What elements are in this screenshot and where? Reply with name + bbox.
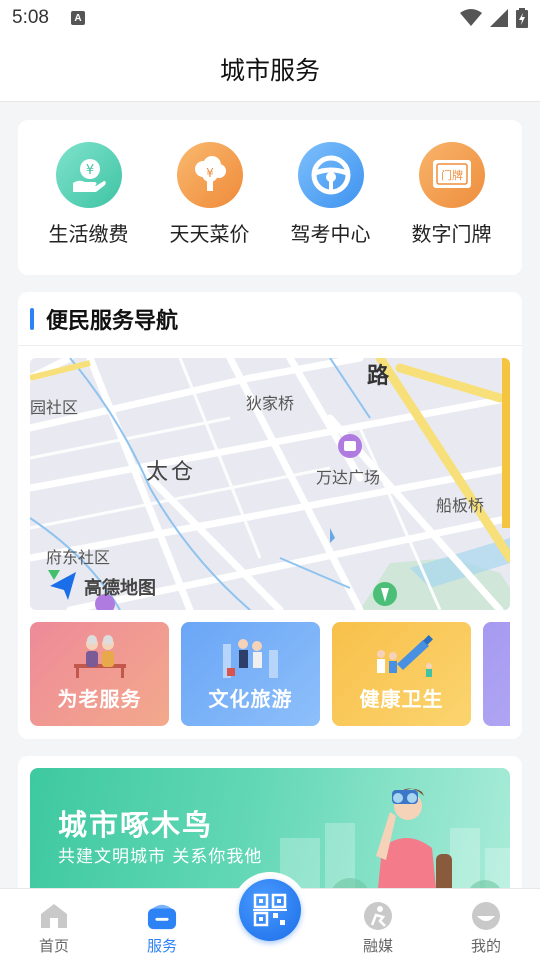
hand-coin-icon: ¥	[55, 142, 122, 208]
steering-wheel-icon	[297, 142, 364, 208]
status-icons	[460, 8, 528, 28]
svg-text:门牌: 门牌	[441, 168, 463, 182]
tab-label: 融媒	[362, 937, 393, 955]
qr-code-icon	[253, 893, 287, 927]
tab-service[interactable]: 服务	[122, 889, 202, 960]
profile-icon	[471, 901, 501, 931]
quick-label: 生活缴费	[48, 222, 129, 246]
category-elderly-service[interactable]: 为老服务	[30, 622, 169, 726]
poi-marker-icon	[338, 434, 362, 458]
amap-logo: 高德地图	[84, 578, 156, 599]
map-label-chuanbanqiao: 船板桥	[436, 496, 485, 515]
quick-item-digital-doorplate[interactable]: 门牌 数字门牌	[396, 142, 508, 275]
quick-item-life-payment[interactable]: ¥ 生活缴费	[33, 142, 145, 275]
signal-icon	[490, 9, 508, 27]
tab-label: 服务	[146, 937, 177, 955]
section-header: 便民服务导航	[18, 292, 522, 346]
convenience-nav-card: 便民服务导航 园社区 路 狄家桥 太仓 万达广场 船板桥 府东社区 高德地图 为…	[18, 292, 522, 739]
category-health[interactable]: 健康卫生	[332, 622, 471, 726]
map-label-taicang: 太仓	[146, 460, 197, 485]
map-view[interactable]: 园社区 路 狄家桥 太仓 万达广场 船板桥 府东社区 高德地图	[30, 358, 510, 610]
page-title: 城市服务	[219, 55, 320, 85]
banner-subtitle: 共建文明城市 关系你我他	[58, 847, 263, 867]
tab-label: 首页	[38, 937, 69, 955]
page-header: 城市服务	[0, 36, 540, 102]
quick-label: 天天菜价	[169, 222, 250, 246]
quick-label: 驾考中心	[290, 222, 371, 246]
wifi-icon	[460, 9, 482, 26]
banner-title: 城市啄木鸟	[58, 808, 214, 842]
notification-icon: A	[70, 11, 85, 25]
tab-media[interactable]: 融媒	[338, 889, 418, 960]
svg-text:¥: ¥	[85, 163, 93, 178]
category-culture-tourism[interactable]: 文化旅游	[181, 622, 320, 726]
tourists-icon	[222, 639, 278, 678]
health-syringe-icon	[376, 635, 433, 677]
category-label: 为老服务	[57, 687, 142, 711]
status-bar: 5:08 A	[0, 0, 540, 36]
map-label-community: 园社区	[30, 398, 79, 417]
tab-home[interactable]: 首页	[14, 889, 94, 960]
category-label: 文化旅游	[208, 687, 293, 711]
tab-mine[interactable]: 我的	[446, 889, 526, 960]
quick-item-vegetable-price[interactable]: ¥ 天天菜价	[154, 142, 266, 275]
service-icon	[147, 901, 177, 931]
home-icon	[39, 901, 69, 931]
quick-item-driving-test[interactable]: 驾考中心	[275, 142, 387, 275]
map-label-wanda: 万达广场	[316, 468, 381, 487]
svg-text:¥: ¥	[206, 166, 214, 180]
quick-label: 数字门牌	[411, 222, 492, 246]
battery-icon	[516, 8, 528, 28]
category-partial[interactable]	[483, 622, 510, 726]
map-label-road: 路	[367, 364, 390, 389]
map-label-dijiaqiao: 狄家桥	[246, 394, 295, 413]
tab-label: 我的	[470, 937, 501, 955]
scan-qr-button[interactable]	[239, 879, 301, 941]
status-time: 5:08	[12, 7, 49, 28]
vegetable-price-icon: ¥	[176, 142, 243, 208]
media-icon	[363, 901, 393, 931]
section-title: 便民服务导航	[46, 308, 179, 334]
category-row: 为老服务 文化旅游 健康卫生	[30, 622, 510, 726]
section-accent-bar	[30, 307, 34, 330]
category-label: 健康卫生	[359, 687, 444, 711]
door-plate-icon: 门牌	[418, 142, 485, 208]
map-label-fudong: 府东社区	[46, 548, 111, 567]
quick-services-card: ¥ 生活缴费 ¥ 天天菜价 驾考中心 门牌 数字门牌	[18, 120, 522, 275]
scan-button-wrap	[232, 872, 308, 948]
elderly-couple-icon	[73, 635, 126, 678]
